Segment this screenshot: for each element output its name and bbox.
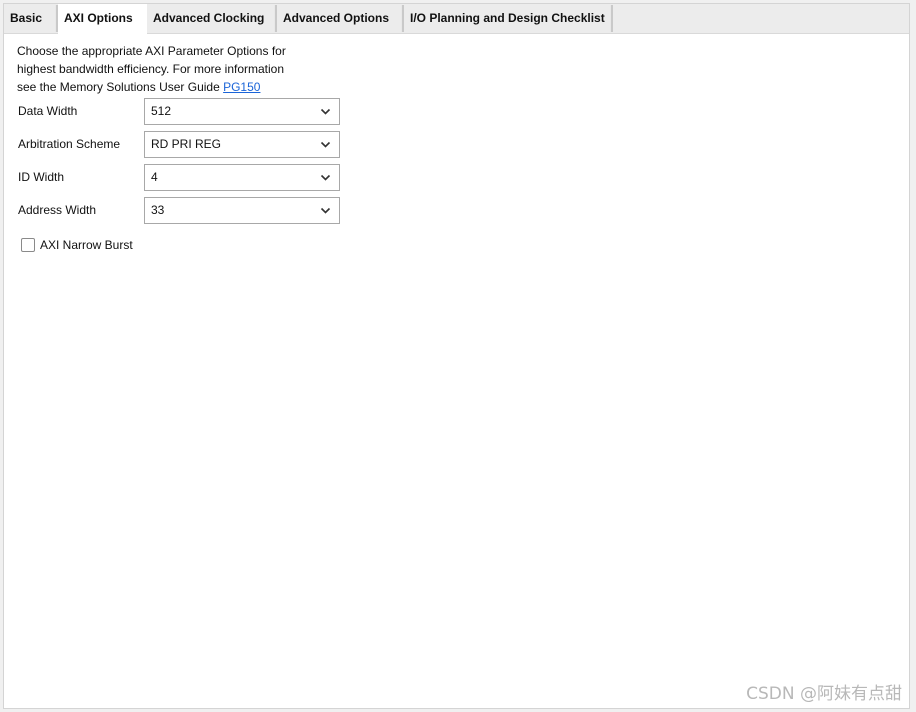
arbitration-scheme-select[interactable]: RD PRI REG xyxy=(144,131,340,158)
chevron-down-icon xyxy=(320,207,331,214)
axi-narrow-burst-checkbox[interactable] xyxy=(21,238,35,252)
tab-bar: Basic AXI Options Advanced Clocking Adva… xyxy=(4,4,909,35)
tab-advanced-options[interactable]: Advanced Options xyxy=(277,4,401,34)
tab-io-planning[interactable]: I/O Planning and Design Checklist xyxy=(404,4,610,34)
tab-basic[interactable]: Basic xyxy=(4,4,55,34)
axi-narrow-burst-label: AXI Narrow Burst xyxy=(40,238,133,252)
axi-options-panel: Basic AXI Options Advanced Clocking Adva… xyxy=(3,3,910,709)
description-line-1: Choose the appropriate AXI Parameter Opt… xyxy=(17,44,286,58)
arbitration-scheme-value: RD PRI REG xyxy=(151,137,222,151)
description-line-2: highest bandwidth efficiency. For more i… xyxy=(17,62,285,76)
data-width-label: Data Width xyxy=(18,104,78,118)
address-width-value: 33 xyxy=(151,203,165,217)
tab-divider xyxy=(610,5,613,32)
chevron-down-icon xyxy=(320,108,331,115)
address-width-select[interactable]: 33 xyxy=(144,197,340,224)
description-line-3: see the Memory Solutions User Guide xyxy=(17,80,224,94)
data-width-select[interactable]: 512 xyxy=(144,98,340,125)
data-width-value: 512 xyxy=(151,104,172,118)
tab-axi-options[interactable]: AXI Options xyxy=(58,4,147,35)
address-width-label: Address Width xyxy=(18,203,97,217)
arbitration-scheme-label: Arbitration Scheme xyxy=(18,137,121,151)
id-width-select[interactable]: 4 xyxy=(144,164,340,191)
description-text: Choose the appropriate AXI Parameter Opt… xyxy=(17,42,307,96)
chevron-down-icon xyxy=(320,141,331,148)
watermark: CSDN @阿妹有点甜 xyxy=(746,684,902,704)
tab-advanced-clocking[interactable]: Advanced Clocking xyxy=(147,4,274,34)
id-width-value: 4 xyxy=(151,170,158,184)
tab-content: Choose the appropriate AXI Parameter Opt… xyxy=(4,34,909,708)
pg150-link[interactable]: PG150 xyxy=(223,80,260,94)
id-width-label: ID Width xyxy=(18,170,65,184)
chevron-down-icon xyxy=(320,174,331,181)
